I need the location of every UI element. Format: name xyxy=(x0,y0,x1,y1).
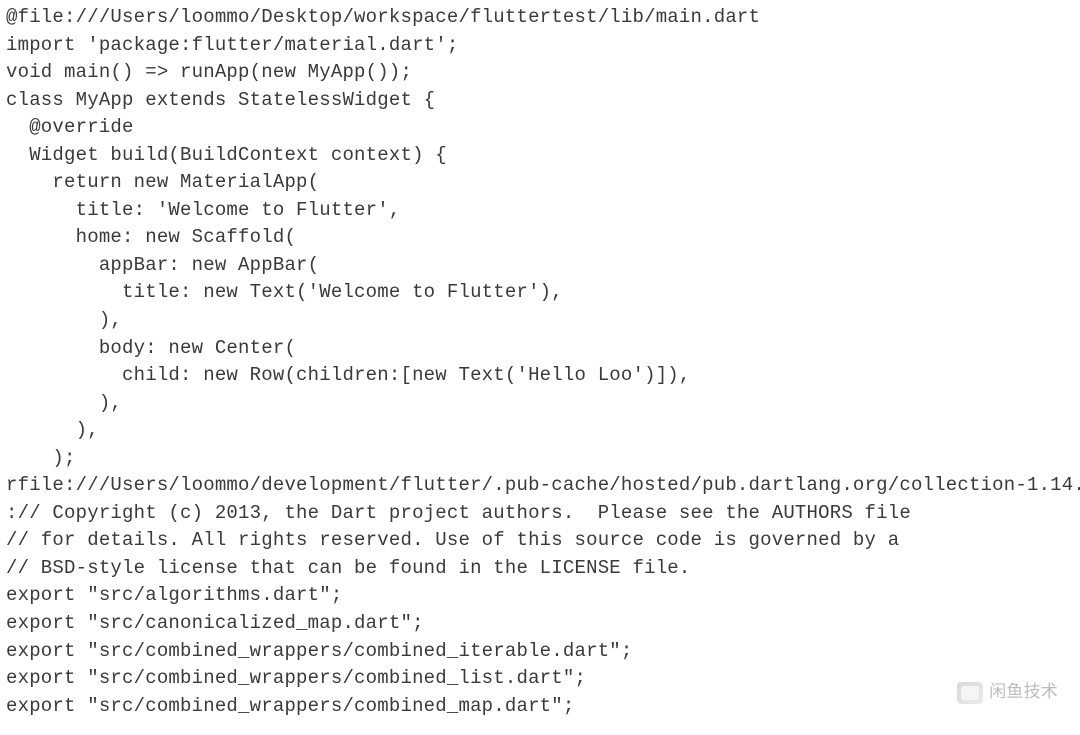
watermark-text: 闲鱼技术 xyxy=(989,680,1058,705)
wechat-logo-icon xyxy=(957,682,983,704)
watermark: 闲鱼技术 xyxy=(957,680,1058,705)
code-listing: @file:///Users/loommo/Desktop/workspace/… xyxy=(6,4,1074,720)
